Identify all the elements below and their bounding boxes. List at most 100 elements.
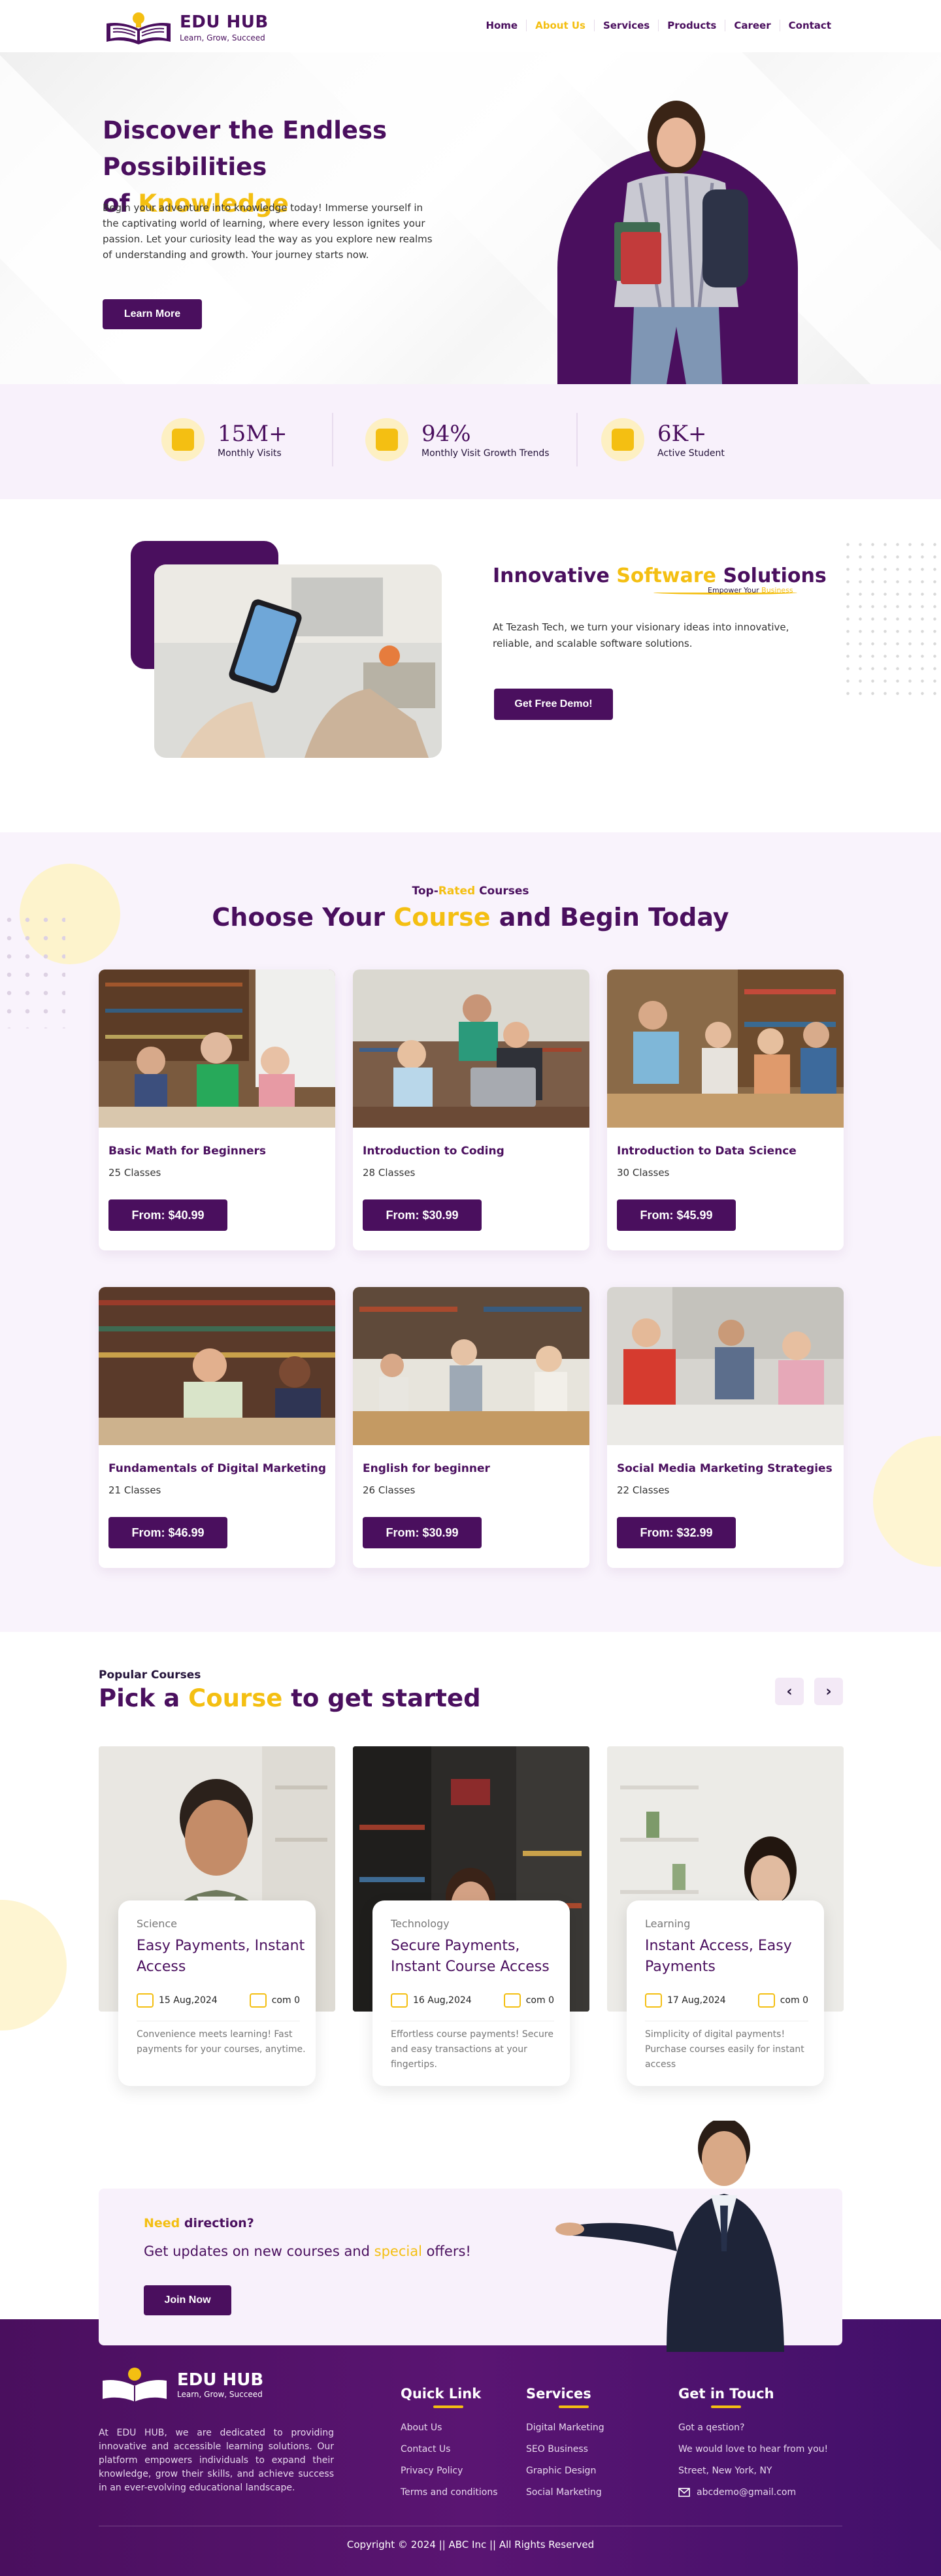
course-date: 16 Aug,2024 — [413, 1995, 472, 2006]
course-title[interactable]: Easy Payments, Instant Access — [137, 1936, 306, 1978]
course-price-button[interactable]: From: $40.99 — [108, 1199, 227, 1231]
course-image — [99, 970, 335, 1128]
carousel-prev-button[interactable]: ‹ — [775, 1678, 804, 1705]
footer-link-digital-marketing[interactable]: Digital Marketing — [526, 2422, 604, 2433]
course-title[interactable]: Instant Access, Easy Payments — [645, 1936, 815, 1978]
course-price-button[interactable]: From: $32.99 — [617, 1517, 736, 1548]
course-classes: 30 Classes — [617, 1167, 670, 1179]
innovative-description: At Tezash Tech, we turn your visionary i… — [493, 621, 789, 649]
course-comments: com 0 — [525, 1995, 554, 2006]
nav-about-us[interactable]: About Us — [526, 20, 594, 31]
course-title: Social Media Marketing Strategies — [617, 1462, 833, 1475]
course-card[interactable]: Social Media Marketing Strategies 22 Cla… — [607, 1287, 844, 1568]
course-price-button[interactable]: From: $46.99 — [108, 1517, 227, 1548]
cta-updates-accent: special — [374, 2243, 422, 2259]
course-title[interactable]: Secure Payments, Instant Course Access — [391, 1936, 561, 1978]
contact-line: Got a qestion? — [678, 2422, 745, 2433]
footer-link-privacy-policy[interactable]: Privacy Policy — [401, 2466, 498, 2476]
title-part: Innovative — [493, 564, 610, 587]
title-accent: Course — [393, 903, 491, 932]
stat-label: Monthly Visit Growth Trends — [421, 448, 550, 459]
phone-desk-image — [154, 564, 442, 758]
footer-brand-tagline: Learn, Grow, Succeed — [177, 2390, 263, 2399]
course-card[interactable]: Introduction to Coding 28 Classes From: … — [353, 970, 589, 1250]
brand-logo[interactable]: EDU HUB Learn, Grow, Succeed — [103, 9, 269, 46]
course-title: Introduction to Data Science — [617, 1145, 797, 1158]
footer-link-contact-us[interactable]: Contact Us — [401, 2444, 498, 2454]
course-price-button[interactable]: From: $45.99 — [617, 1199, 736, 1231]
course-card[interactable]: Basic Math for Beginners 25 Classes From… — [99, 970, 335, 1250]
contact-address: Street, New York, NY — [678, 2466, 772, 2476]
course-category: Learning — [645, 1917, 691, 1930]
course-price-button[interactable]: From: $30.99 — [363, 1199, 482, 1231]
course-classes: 28 Classes — [363, 1167, 416, 1179]
stat-value: 15M+ — [218, 421, 288, 447]
join-now-button[interactable]: Join Now — [144, 2285, 231, 2315]
course-title: Fundamentals of Digital Marketing — [108, 1462, 327, 1475]
course-category: Technology — [391, 1917, 450, 1930]
site-footer: EDU HUB Learn, Grow, Succeed At EDU HUB,… — [0, 2319, 941, 2576]
popular-course-card[interactable]: Learning Instant Access, Easy Payments 1… — [607, 1746, 844, 2125]
popular-card-info: Learning Instant Access, Easy Payments 1… — [627, 1900, 824, 2086]
course-image — [607, 1287, 844, 1445]
footer-link-terms[interactable]: Terms and conditions — [401, 2487, 498, 2498]
course-card[interactable]: English for beginner 26 Classes From: $3… — [353, 1287, 589, 1568]
stat-value: 94% — [421, 421, 471, 447]
brand-tagline: Learn, Grow, Succeed — [180, 33, 265, 42]
stat-divider — [332, 413, 333, 466]
footer-link-social-marketing[interactable]: Social Marketing — [526, 2487, 604, 2498]
copyright-text: Copyright © 2024 || ABC Inc || All Right… — [346, 2539, 595, 2551]
course-image — [607, 970, 844, 1128]
course-image — [353, 1287, 589, 1445]
calendar-icon — [391, 1993, 408, 2008]
footer-link-about-us[interactable]: About Us — [401, 2422, 498, 2433]
footer-quick-links: Quick Link About Us Contact Us Privacy P… — [401, 2386, 498, 2509]
contact-email: abcdemo@gmail.com — [697, 2487, 797, 2498]
nav-services[interactable]: Services — [593, 20, 658, 31]
contact-email-link[interactable]: abcdemo@gmail.com — [678, 2487, 828, 2498]
course-image — [99, 1287, 335, 1445]
footer-contact: Get in Touch Got a qestion? We would lov… — [678, 2386, 828, 2509]
popular-card-info: Technology Secure Payments, Instant Cour… — [372, 1900, 570, 2086]
course-card[interactable]: Fundamentals of Digital Marketing 21 Cla… — [99, 1287, 335, 1568]
stat-growth: 94% Monthly Visit Growth Trends — [365, 418, 550, 461]
course-price-button[interactable]: From: $30.99 — [363, 1517, 482, 1548]
stat-label: Monthly Visits — [218, 448, 282, 459]
learn-more-button[interactable]: Learn More — [103, 299, 202, 329]
subtitle-part: Empower Your — [708, 586, 759, 595]
contact-line: We would love to hear from you! — [678, 2444, 829, 2454]
stat-monthly-visits: 15M+ Monthly Visits — [161, 418, 288, 461]
heading-underline — [711, 2405, 741, 2408]
users-icon — [161, 418, 205, 461]
footer-logo[interactable]: EDU HUB Learn, Grow, Succeed — [99, 2365, 263, 2404]
course-classes: 22 Classes — [617, 1484, 670, 1496]
footer-link-graphic-design[interactable]: Graphic Design — [526, 2466, 604, 2476]
student-image — [614, 101, 748, 384]
nav-contact[interactable]: Contact — [779, 20, 840, 31]
course-card[interactable]: Introduction to Data Science 30 Classes … — [607, 970, 844, 1250]
course-description: Convenience meets learning! Fast payment… — [137, 2029, 306, 2055]
brand-name: EDU HUB — [180, 12, 269, 32]
popular-kicker: Popular Courses — [99, 1669, 201, 1682]
popular-title: Pick a Course to get started — [99, 1684, 481, 1712]
bar-chart-icon — [601, 418, 644, 461]
title-part: Pick a — [99, 1684, 189, 1712]
course-title: English for beginner — [363, 1462, 490, 1475]
get-free-demo-button[interactable]: Get Free Demo! — [494, 689, 613, 720]
title-part: Solutions — [723, 564, 827, 587]
popular-course-card[interactable]: Science Easy Payments, Instant Access 15… — [99, 1746, 335, 2125]
nav-career[interactable]: Career — [725, 20, 779, 31]
courses-title: Choose Your Course and Begin Today — [0, 903, 941, 932]
hero-description: Begin your adventure into knowledge toda… — [103, 202, 433, 261]
footer-link-seo-business[interactable]: SEO Business — [526, 2444, 604, 2454]
cta-updates-text: offers! — [421, 2243, 471, 2259]
carousel-next-button[interactable]: › — [814, 1678, 843, 1705]
footer-services: Services Digital Marketing SEO Business … — [526, 2386, 604, 2509]
course-meta: 17 Aug,2024 com 0 — [645, 1993, 808, 2008]
stat-divider — [576, 413, 578, 466]
popular-course-card[interactable]: Technology Secure Payments, Instant Cour… — [353, 1746, 589, 2125]
title-accent: Software — [616, 564, 716, 587]
nav-home[interactable]: Home — [477, 20, 526, 31]
title-part: and Begin Today — [490, 903, 729, 932]
nav-products[interactable]: Products — [658, 20, 725, 31]
